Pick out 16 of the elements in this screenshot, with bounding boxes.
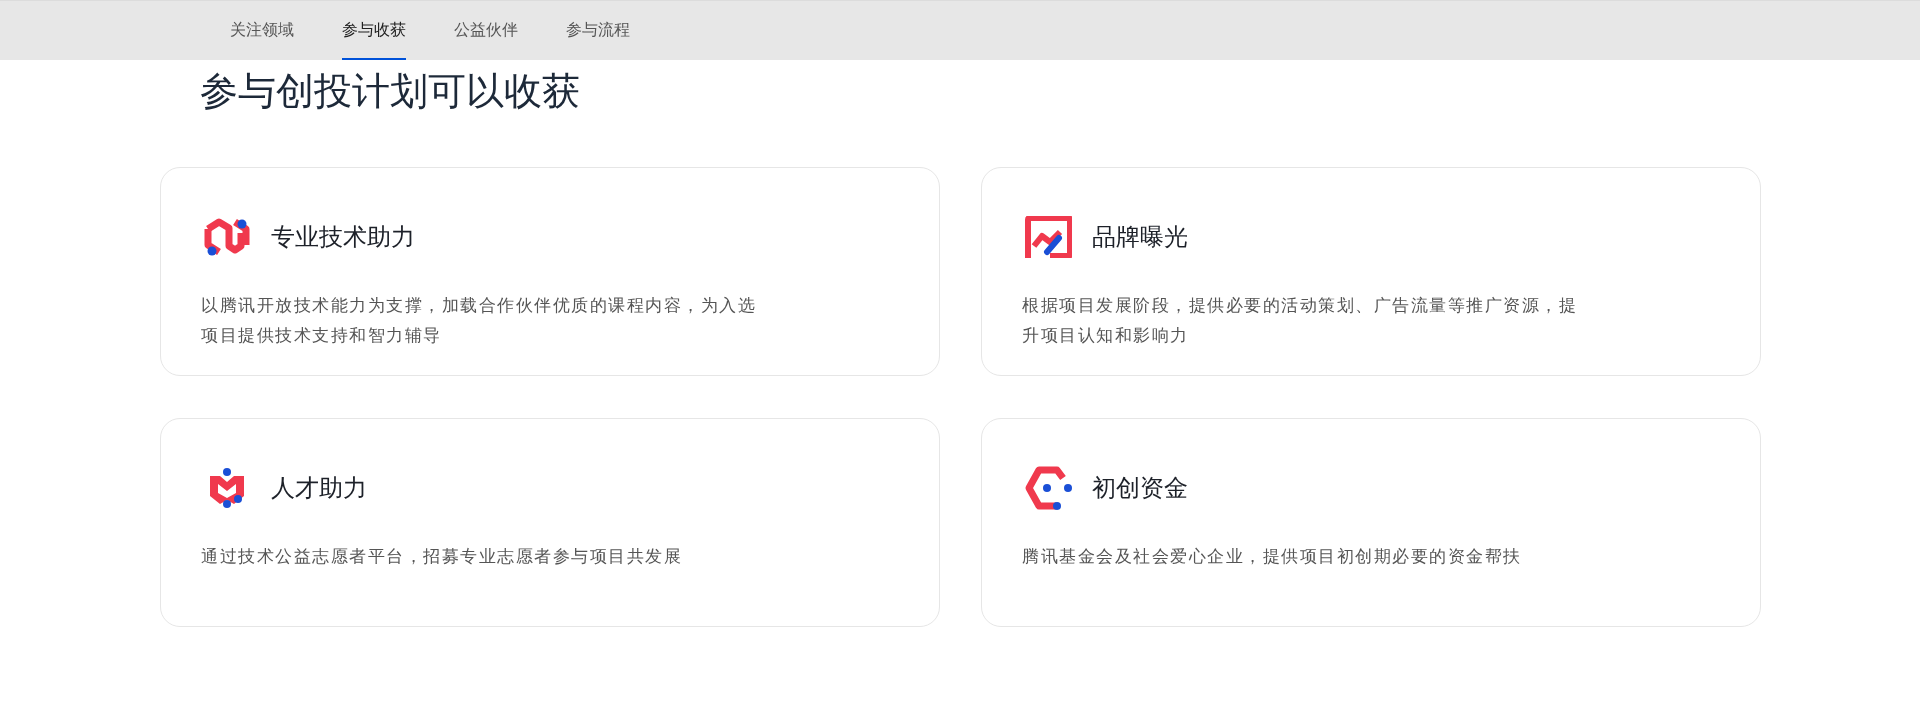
- chart-frame-icon: [1024, 216, 1072, 258]
- nav-tab[interactable]: 参与流程: [566, 1, 630, 60]
- open-hexagon-icon: [1023, 466, 1073, 510]
- section-title: 参与创投计划可以收获: [199, 68, 581, 115]
- nav-tab[interactable]: 关注领域: [230, 1, 294, 60]
- linked-hexagon-icon: [202, 217, 252, 257]
- card-heading: 人才助力: [271, 473, 367, 504]
- card-description: 以腾讯开放技术能力为支撑，加载合作伙伴优质的课程内容，为入选 项目提供技术支持和智力辅导: [201, 294, 757, 347]
- card-heading: 专业技术助力: [271, 222, 415, 253]
- card-description: 腾讯基金会及社会爱心企业，提供项目初创期必要的资金帮扶: [1022, 545, 1523, 568]
- nav-tab[interactable]: 参与收获: [342, 1, 406, 60]
- card-heading: 品牌曝光: [1092, 222, 1188, 253]
- card-description: 通过技术公益志愿者平台，招募专业志愿者参与项目共发展: [201, 545, 683, 568]
- card-description: 根据项目发展阶段，提供必要的活动策划、广告流量等推广资源，提 升项目认知和影响力: [1022, 294, 1578, 347]
- nav-tab[interactable]: 公益伙伴: [454, 1, 518, 60]
- card-heading: 初创资金: [1092, 473, 1188, 504]
